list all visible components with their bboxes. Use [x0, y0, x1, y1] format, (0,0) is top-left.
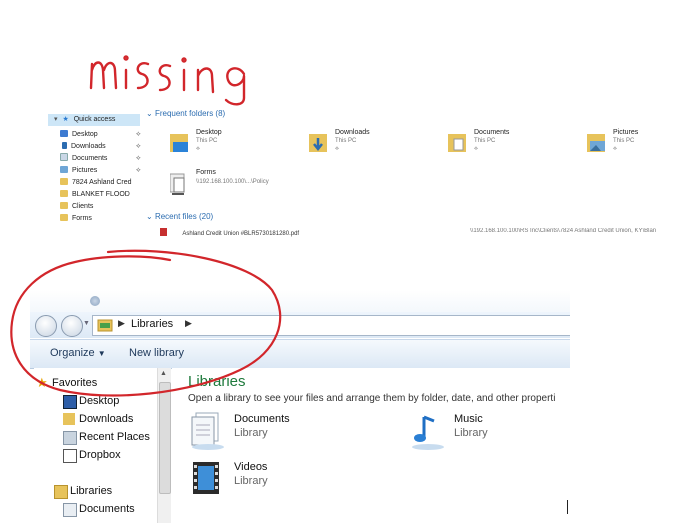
documents-library-icon: [191, 412, 224, 450]
star-icon: ★: [62, 116, 69, 123]
library-item-videos[interactable]: Videos Library: [188, 459, 388, 503]
recent-files-header[interactable]: ⌄ Recent files (20): [146, 212, 213, 221]
folder-icon: [60, 214, 68, 221]
downloads-folder-icon: [309, 130, 329, 154]
recent-file-row[interactable]: Ashland Credit Union #BLR5730181280.pdf …: [160, 228, 698, 240]
pin-icon: ⟡: [136, 131, 141, 138]
nav-item-blanket-flood[interactable]: BLANKET FLOOD: [60, 189, 130, 201]
win10-explorer-crop: ▾ ★ Quick access Desktop ⟡ Downloads ⟡ Doc…: [48, 104, 698, 244]
downloads-folder-icon: [63, 413, 75, 425]
nav-item-clients[interactable]: Clients: [60, 201, 93, 213]
folder-icon: [60, 190, 68, 197]
nav-item-pictures[interactable]: Pictures ⟡: [60, 165, 141, 177]
pictures-folder-icon: [587, 130, 607, 154]
library-item-documents[interactable]: Documents Library: [188, 411, 388, 455]
videos-library-icon: [193, 462, 219, 494]
libraries-icon: [54, 485, 68, 499]
frequent-folders-header[interactable]: ⌄ Frequent folders (8): [146, 109, 225, 118]
folder-icon: [60, 202, 68, 209]
nav-item-ashland[interactable]: 7824 Ashland Cred: [60, 177, 132, 189]
pin-icon: ⟡: [474, 146, 478, 152]
pin-icon: ⟡: [335, 146, 339, 152]
nav-item-dropbox[interactable]: Dropbox: [63, 447, 121, 463]
documents-icon: [60, 153, 68, 161]
win10-navigation-pane: ▾ ★ Quick access Desktop ⟡ Downloads ⟡ Doc…: [48, 108, 143, 244]
music-library-icon: [412, 415, 444, 450]
documents-icon: [63, 503, 77, 517]
pin-icon: ⟡: [136, 167, 141, 174]
folder-tile-forms[interactable]: Forms \\192.168.100.100\...\Policy: [169, 168, 370, 202]
nav-item-downloads[interactable]: Downloads ⟡: [60, 141, 141, 153]
expand-chevron-icon[interactable]: ▾: [54, 116, 58, 123]
desktop-folder-icon: [170, 130, 190, 154]
download-arrow-icon: [62, 142, 67, 149]
folder-tile-documents[interactable]: Documents This PC ⟡: [448, 128, 568, 162]
pin-icon: ⟡: [613, 146, 617, 152]
pdf-icon: [160, 228, 167, 236]
folder-tile-downloads[interactable]: Downloads This PC ⟡: [309, 128, 429, 162]
nav-item-recent-places[interactable]: Recent Places: [63, 429, 150, 445]
folder-tile-desktop[interactable]: Desktop This PC ⟡: [170, 128, 290, 162]
folder-icon: [60, 178, 68, 185]
red-circle-annotation: [10, 249, 282, 397]
nav-libraries[interactable]: Libraries: [54, 483, 112, 499]
pin-icon: ⟡: [196, 146, 200, 152]
dropbox-icon: [63, 449, 77, 463]
nav-item-desktop[interactable]: Desktop ⟡: [60, 129, 141, 141]
nav-quick-access[interactable]: ▾ ★ Quick access: [48, 114, 140, 126]
nav-item-documents[interactable]: Documents ⟡: [60, 153, 141, 165]
nav-item-documents[interactable]: Documents: [63, 501, 135, 517]
pictures-icon: [60, 166, 68, 173]
desktop-icon: [60, 130, 68, 137]
cursor-mark: [567, 500, 568, 514]
handwritten-missing-annotation: [89, 55, 246, 106]
network-folder-icon: [169, 170, 190, 195]
collapse-chevron-icon: ⌄: [146, 109, 153, 118]
nav-item-forms[interactable]: Forms: [60, 213, 92, 225]
documents-folder-icon: [448, 130, 468, 154]
recent-places-icon: [63, 431, 77, 445]
pin-icon: ⟡: [136, 143, 141, 150]
collapse-chevron-icon: ⌄: [146, 212, 153, 221]
pin-icon: ⟡: [136, 155, 141, 162]
nav-item-downloads[interactable]: Downloads: [63, 411, 133, 427]
library-item-music[interactable]: Music Library: [408, 411, 570, 455]
folder-tile-pictures[interactable]: Pictures This PC ⟡: [587, 128, 698, 162]
